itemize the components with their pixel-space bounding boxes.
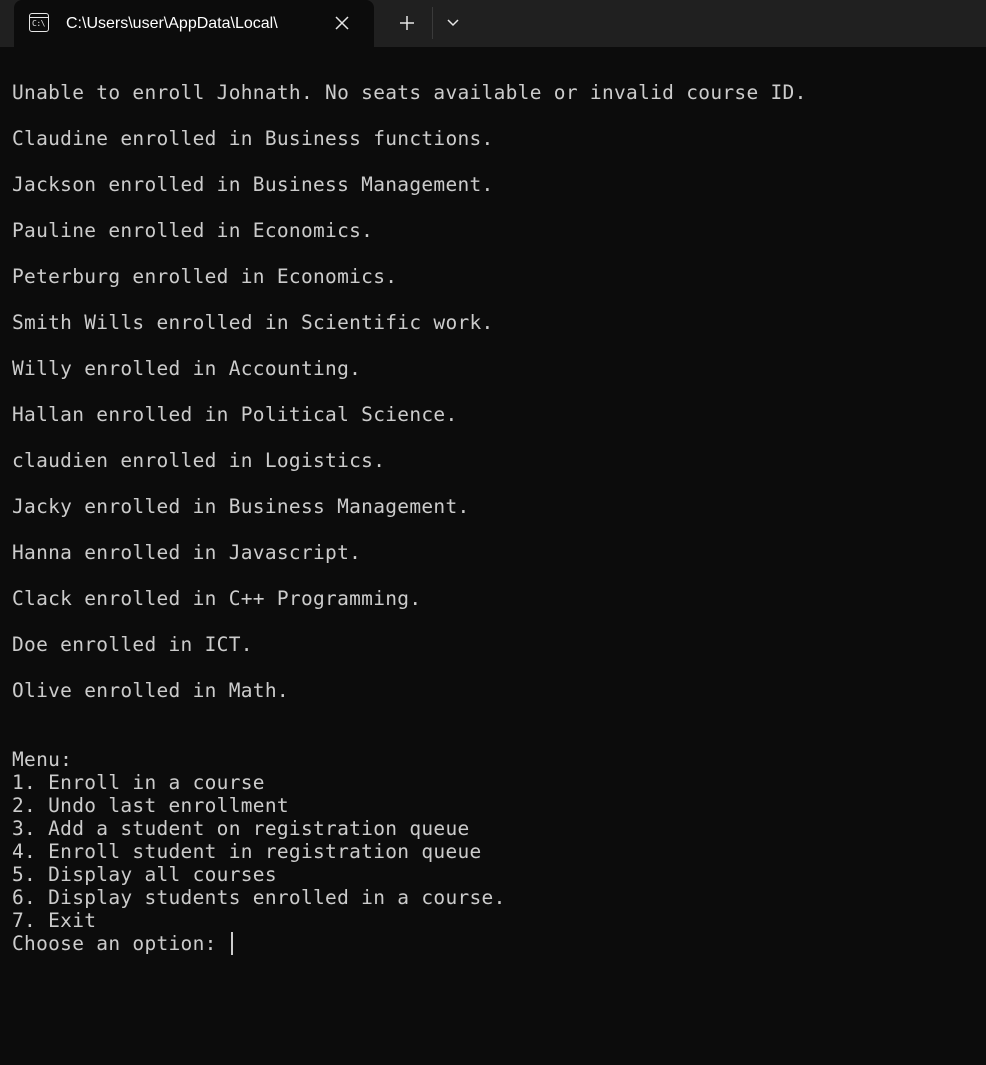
output-line: Claudine enrolled in Business functions. <box>12 127 494 150</box>
output-line: claudien enrolled in Logistics. <box>12 449 386 472</box>
output-line: 5. Display all courses <box>12 863 277 886</box>
text-cursor <box>230 932 233 955</box>
input-prompt-line[interactable]: Choose an option: <box>12 932 972 955</box>
output-line: Jacky enrolled in Business Management. <box>12 495 470 518</box>
output-line: 2. Undo last enrollment <box>12 794 289 817</box>
tab-bar: C:\ C:\Users\user\AppData\Local\ <box>0 0 986 47</box>
chevron-down-icon <box>447 19 459 27</box>
prompt-label: Choose an option: <box>12 932 229 955</box>
output-line: Unable to enroll Johnath. No seats avail… <box>12 81 807 104</box>
output-line: 3. Add a student on registration queue <box>12 817 470 840</box>
output-line: 7. Exit <box>12 909 97 932</box>
tab-title: C:\Users\user\AppData\Local\ <box>66 15 278 32</box>
output-line: Peterburg enrolled in Economics. <box>12 265 398 288</box>
output-line: 1. Enroll in a course <box>12 771 265 794</box>
output-line: Doe enrolled in ICT. <box>12 633 253 656</box>
plus-icon <box>400 16 414 30</box>
output-line: Willy enrolled in Accounting. <box>12 357 362 380</box>
output-line: Menu: <box>12 748 73 771</box>
output-line: 6. Display students enrolled in a course… <box>12 886 506 909</box>
output-line: Olive enrolled in Math. <box>12 679 289 702</box>
output-line: 4. Enroll student in registration queue <box>12 840 482 863</box>
tab-active[interactable]: C:\ C:\Users\user\AppData\Local\ <box>14 0 374 47</box>
output-line: Clack enrolled in C++ Programming. <box>12 587 422 610</box>
close-icon[interactable] <box>332 13 352 33</box>
tab-dropdown-button[interactable] <box>440 11 466 35</box>
output-line: Smith Wills enrolled in Scientific work. <box>12 311 494 334</box>
output-line: Pauline enrolled in Economics. <box>12 219 374 242</box>
terminal-output[interactable]: Unable to enroll Johnath. No seats avail… <box>12 81 972 955</box>
tab-divider <box>432 7 433 39</box>
output-line: Hanna enrolled in Javascript. <box>12 541 362 564</box>
terminal-window: C:\ C:\Users\user\AppData\Local\ Unable … <box>0 0 986 1065</box>
output-line: Hallan enrolled in Political Science. <box>12 403 458 426</box>
output-line: Jackson enrolled in Business Management. <box>12 173 494 196</box>
new-tab-button[interactable] <box>392 11 422 35</box>
terminal-icon: C:\ <box>29 13 49 32</box>
